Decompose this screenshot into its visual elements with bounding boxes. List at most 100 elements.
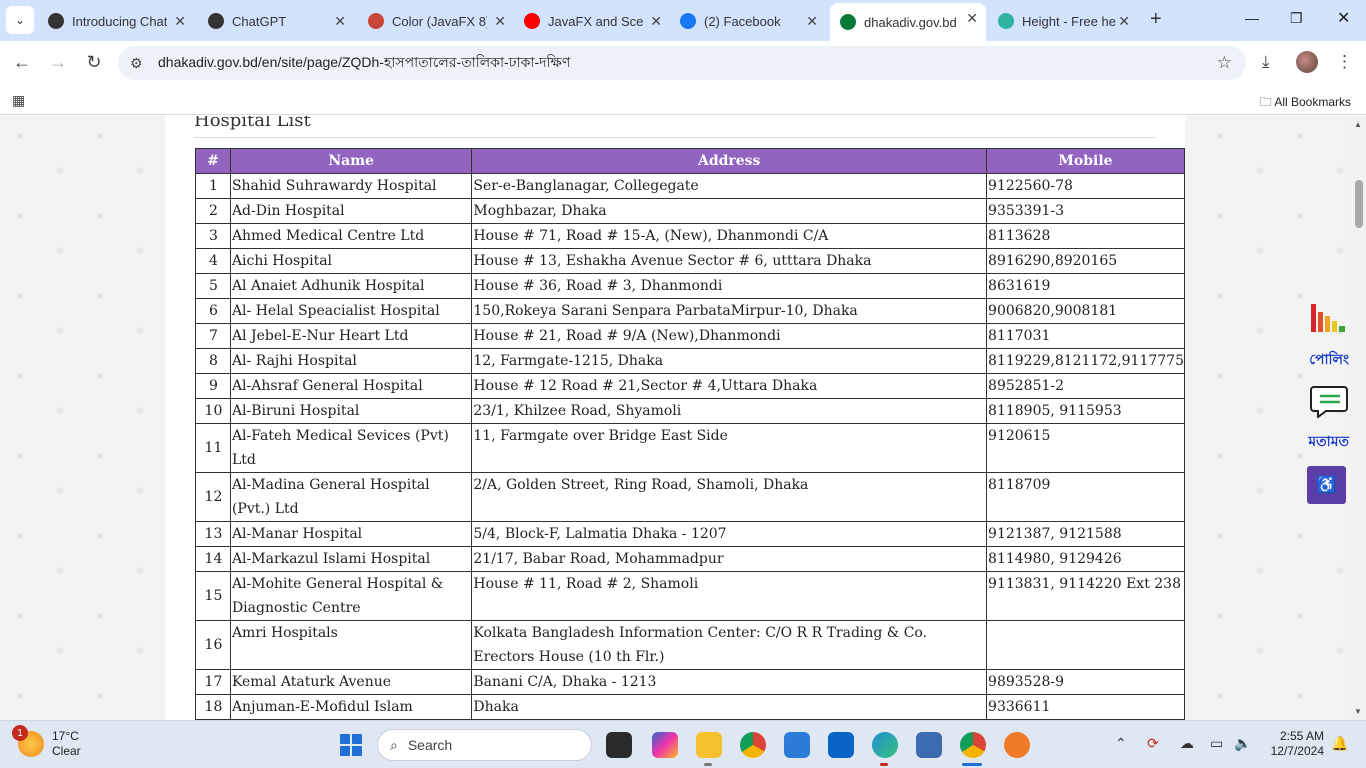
restore-button[interactable]: ❐ [1290, 10, 1303, 27]
network-icon[interactable]: ▭ [1210, 735, 1223, 752]
accessibility-button[interactable]: ♿ [1307, 466, 1346, 504]
search-label: Search [407, 737, 453, 753]
hospital-mobile [986, 620, 1185, 670]
notification-bell-icon[interactable]: 🔔 [1331, 735, 1348, 752]
table-row: 17 Kemal Ataturk Avenue Banani C/A, Dhaka … [195, 669, 1185, 695]
bangladesh-govt-icon [840, 14, 856, 30]
task-view-icon[interactable] [606, 732, 632, 758]
hospital-name: Shahid Suhrawardy Hospital [229, 173, 473, 199]
hospital-table: # Name Address Mobile 1 Shahid Suhrawardy Ho… [195, 148, 1185, 720]
poll-widget[interactable]: পোলিং [1309, 302, 1349, 372]
scrollbar-thumb[interactable] [1355, 180, 1363, 228]
weather-sun-icon: 1 [12, 725, 44, 757]
row-number: 18 [195, 694, 231, 720]
apps-grid-icon[interactable]: ▦ [12, 92, 25, 109]
page-viewport: Hospital List # Name Address Mobile 1 Shahid… [0, 116, 1351, 720]
address-bar[interactable]: ⚙ dhakadiv.gov.bd/en/site/page/ZQDh-হাসপ… [118, 46, 1246, 80]
tray-chevron-icon[interactable]: ⌃ [1115, 735, 1127, 752]
page-scrollbar[interactable]: ▲ ▼ [1351, 116, 1366, 720]
forward-button[interactable]: → [47, 52, 69, 73]
tab-close-icon[interactable]: ✕ [334, 13, 346, 30]
row-number: 16 [195, 620, 231, 670]
bar-chart-icon [1311, 304, 1346, 332]
feedback-label: মতামত [1308, 433, 1349, 449]
tab-title: dhakadiv.gov.bd [864, 14, 957, 30]
hospital-name: Aichi Hospital [229, 248, 473, 274]
tab-close-icon[interactable]: ✕ [650, 13, 662, 30]
file-explorer-icon[interactable] [696, 732, 722, 758]
tab-search-button[interactable]: ⌄ [6, 6, 34, 34]
tab-close-icon[interactable]: ✕ [806, 13, 818, 30]
row-number: 14 [195, 546, 231, 572]
system-clock[interactable]: 2:55 AM 12/7/2024 [1262, 729, 1324, 759]
copilot-icon[interactable] [652, 732, 678, 758]
taskbar-search[interactable]: ⌕ Search [377, 729, 592, 761]
scroll-up-icon[interactable]: ▲ [1354, 120, 1362, 129]
start-button[interactable] [340, 734, 362, 756]
edge-icon[interactable] [872, 732, 898, 758]
hospital-address: Banani C/A, Dhaka - 1213 [471, 669, 988, 695]
feedback-widget[interactable]: মতামত [1308, 384, 1349, 454]
table-row: 8 Al- Rajhi Hospital 12, Farmgate-1215, Dh… [195, 348, 1185, 374]
table-row: 15 Al-Mohite General Hospital & Diagnosti… [195, 571, 1185, 621]
clock-date: 12/7/2024 [1270, 744, 1324, 758]
tab-strip: ⌄ Introducing ChatGPT✕ChatGPT✕Color (Jav… [0, 0, 1366, 41]
windows-taskbar: 1 17°C Clear ⌕ Search ⌃ ⟳ ☁ ▭ 🔈 2:55 AM … [0, 720, 1366, 768]
new-tab-button[interactable]: + [1150, 8, 1162, 31]
table-header-row: # Name Address Mobile [195, 148, 1185, 174]
hospital-name: Ahmed Medical Centre Ltd [229, 223, 473, 249]
tab-facebook[interactable]: (2) Facebook ✕ [670, 6, 826, 36]
tab-title: (2) Facebook [704, 13, 781, 29]
minimize-button[interactable]: — [1245, 10, 1259, 26]
weather-widget[interactable]: 1 17°C Clear [12, 725, 81, 759]
tab-openai[interactable]: ChatGPT ✕ [198, 6, 354, 36]
facebook-icon [680, 13, 696, 29]
table-row: 1 Shahid Suhrawardy Hospital Ser-e-Banglan… [195, 173, 1185, 199]
tray-cloud-icon[interactable]: ☁ [1180, 735, 1194, 752]
all-bookmarks-button[interactable]: 🗀 All Bookmarks [1260, 93, 1351, 114]
hospital-mobile: 8952851-2 [986, 373, 1185, 399]
tab-close-icon[interactable]: ✕ [174, 13, 186, 30]
tab-close-icon[interactable]: ✕ [494, 13, 506, 30]
tray-sync-icon[interactable]: ⟳ [1147, 735, 1159, 752]
hospital-mobile: 9353391-3 [986, 198, 1185, 224]
tab-close-icon[interactable]: ✕ [1118, 13, 1130, 30]
table-row: 4 Aichi Hospital House # 13, Eshakha Avenu… [195, 248, 1185, 274]
chrome-profile-icon[interactable] [960, 732, 986, 758]
hospital-address: House # 71, Road # 15-A, (New), Dhanmond… [471, 223, 988, 249]
profile-avatar[interactable] [1296, 51, 1318, 73]
hospital-mobile: 9006820,9008181 [986, 298, 1185, 324]
tab-oracle[interactable]: Color (JavaFX 8) ✕ [358, 6, 514, 36]
row-number: 1 [195, 173, 231, 199]
hospital-address: Dhaka [471, 694, 988, 720]
back-button[interactable]: ← [11, 52, 33, 73]
tab-youtube[interactable]: JavaFX and Scene ✕ [514, 6, 670, 36]
tab-close-icon[interactable]: ✕ [966, 10, 978, 27]
site-info-icon[interactable]: ⚙ [130, 55, 150, 72]
tab-title: Introducing ChatGPT [72, 13, 167, 29]
hospital-name: Al-Markazul Islami Hospital [229, 546, 473, 572]
tab-vue[interactable]: Height - Free he ✕ [988, 6, 1138, 36]
outlook-icon[interactable] [828, 732, 854, 758]
hospital-name: Al Jebel-E-Nur Heart Ltd [229, 323, 473, 349]
hospital-mobile: 9336611 [986, 694, 1185, 720]
reload-button[interactable]: ↻ [83, 52, 105, 73]
address-url: dhakadiv.gov.bd/en/site/page/ZQDh-হাসপাত… [158, 54, 571, 70]
tab-openai[interactable]: Introducing ChatGPT ✕ [38, 6, 194, 36]
app-orange-icon[interactable] [1004, 732, 1030, 758]
app-cube-icon[interactable] [916, 732, 942, 758]
column-header: Name [229, 148, 473, 174]
close-window-button[interactable]: ✕ [1337, 8, 1350, 28]
hospital-name: Kemal Ataturk Avenue [229, 669, 473, 695]
tab-title: JavaFX and Scene [548, 13, 643, 29]
tab-bangladesh-govt[interactable]: dhakadiv.gov.bd ✕ [830, 3, 986, 41]
bookmark-star-icon[interactable]: ☆ [1217, 53, 1232, 73]
volume-icon[interactable]: 🔈 [1234, 735, 1251, 752]
download-icon[interactable]: ⤓ [1262, 52, 1270, 72]
store-icon[interactable] [784, 732, 810, 758]
scroll-down-icon[interactable]: ▼ [1354, 707, 1362, 716]
table-row: 3 Ahmed Medical Centre Ltd House # 71, Roa… [195, 223, 1185, 249]
content-panel: Hospital List # Name Address Mobile 1 Shahid… [165, 116, 1185, 720]
chrome-icon[interactable] [740, 732, 766, 758]
menu-kebab-icon[interactable]: ⋮ [1336, 52, 1353, 72]
